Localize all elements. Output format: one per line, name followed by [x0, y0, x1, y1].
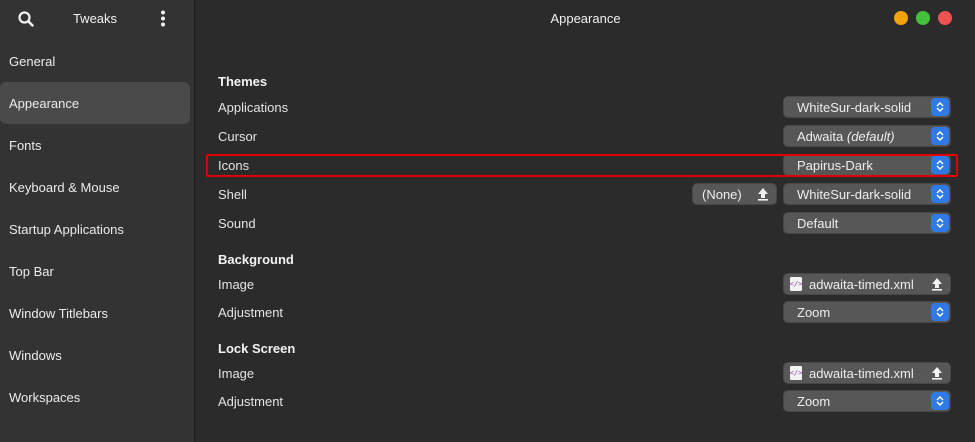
lock-screen-image-button[interactable]: </> adwaita-timed.xml — [783, 362, 951, 384]
upload-icon — [930, 277, 944, 294]
chevron-updown-icon — [931, 185, 949, 203]
sound-theme-value: Default — [797, 215, 839, 231]
background-adjustment-value: Zoom — [797, 304, 831, 320]
background-adjustment-select[interactable]: Zoom — [783, 301, 951, 323]
lock-screen-adjustment-value: Zoom — [797, 393, 831, 409]
appearance-panel: Themes Applications WhiteSur-dark-solid … — [196, 37, 975, 442]
sidebar-item-fonts[interactable]: Fonts — [0, 124, 190, 166]
sidebar-item-appearance[interactable]: Appearance — [0, 82, 190, 124]
close-button[interactable] — [938, 11, 952, 25]
icons-row-highlight — [206, 154, 958, 177]
applications-theme-select[interactable]: WhiteSur-dark-solid — [783, 96, 951, 118]
xml-file-icon: </> — [790, 366, 802, 380]
sidebar-list: General Appearance Fonts Keyboard & Mous… — [0, 40, 194, 418]
lock-screen-image-label: Image — [218, 366, 255, 381]
chevron-updown-icon — [931, 392, 949, 410]
upload-icon — [930, 366, 944, 383]
sidebar-item-workspaces[interactable]: Workspaces — [0, 376, 190, 418]
chevron-updown-icon — [931, 98, 949, 116]
shell-file-button[interactable]: (None) — [692, 183, 777, 205]
minimize-button[interactable] — [894, 11, 908, 25]
chevron-updown-icon — [931, 214, 949, 232]
sidebar-item-startup-applications[interactable]: Startup Applications — [0, 208, 190, 250]
lock-screen-adjustment-label: Adjustment — [218, 394, 284, 409]
applications-label: Applications — [218, 100, 289, 115]
shell-theme-value: WhiteSur-dark-solid — [797, 186, 912, 202]
lock-screen-image-value: adwaita-timed.xml — [809, 365, 914, 381]
background-image-value: adwaita-timed.xml — [809, 276, 914, 292]
cursor-theme-select[interactable]: Adwaita (default) — [783, 125, 951, 147]
background-section-title: Background — [218, 252, 294, 267]
upload-icon — [756, 187, 770, 204]
background-image-label: Image — [218, 277, 255, 292]
lock-screen-adjustment-select[interactable]: Zoom — [783, 390, 951, 412]
sidebar-item-keyboard-mouse[interactable]: Keyboard & Mouse — [0, 166, 190, 208]
sound-theme-select[interactable]: Default — [783, 212, 951, 234]
sidebar-item-top-bar[interactable]: Top Bar — [0, 250, 190, 292]
sidebar-item-label: General — [9, 53, 56, 69]
cursor-theme-value: Adwaita — [797, 128, 844, 144]
sidebar-item-label: Keyboard & Mouse — [9, 179, 120, 195]
sidebar-item-label: Fonts — [9, 137, 42, 153]
maximize-button[interactable] — [916, 11, 930, 25]
shell-file-value: (None) — [702, 186, 742, 202]
sidebar: Tweaks General Appearance Fonts Keyboard… — [0, 0, 195, 442]
sidebar-item-label: Workspaces — [9, 389, 81, 405]
sidebar-item-general[interactable]: General — [0, 40, 190, 82]
more-vertical-icon — [161, 10, 165, 27]
sidebar-item-label: Appearance — [9, 95, 80, 111]
header-bar: Appearance — [196, 0, 975, 37]
sidebar-item-label: Windows — [9, 347, 62, 363]
shell-label: Shell — [218, 187, 247, 202]
shell-theme-select[interactable]: WhiteSur-dark-solid — [783, 183, 951, 205]
sidebar-item-label: Startup Applications — [9, 221, 124, 237]
cursor-theme-default-note: (default) — [846, 128, 895, 144]
sidebar-item-windows[interactable]: Windows — [0, 334, 190, 376]
background-image-button[interactable]: </> adwaita-timed.xml — [783, 273, 951, 295]
menu-button[interactable] — [153, 9, 173, 29]
applications-theme-value: WhiteSur-dark-solid — [797, 99, 912, 115]
xml-file-icon: </> — [790, 277, 802, 291]
sidebar-item-label: Window Titlebars — [9, 305, 108, 321]
lock-screen-section-title: Lock Screen — [218, 341, 296, 356]
sidebar-header: Tweaks — [0, 0, 194, 37]
chevron-updown-icon — [931, 303, 949, 321]
chevron-updown-icon — [931, 127, 949, 145]
sidebar-item-label: Top Bar — [9, 263, 54, 279]
sound-label: Sound — [218, 216, 256, 231]
background-adjustment-label: Adjustment — [218, 305, 284, 320]
page-title: Appearance — [550, 11, 621, 26]
cursor-label: Cursor — [218, 129, 258, 144]
sidebar-item-window-titlebars[interactable]: Window Titlebars — [0, 292, 190, 334]
themes-section-title: Themes — [218, 74, 268, 89]
